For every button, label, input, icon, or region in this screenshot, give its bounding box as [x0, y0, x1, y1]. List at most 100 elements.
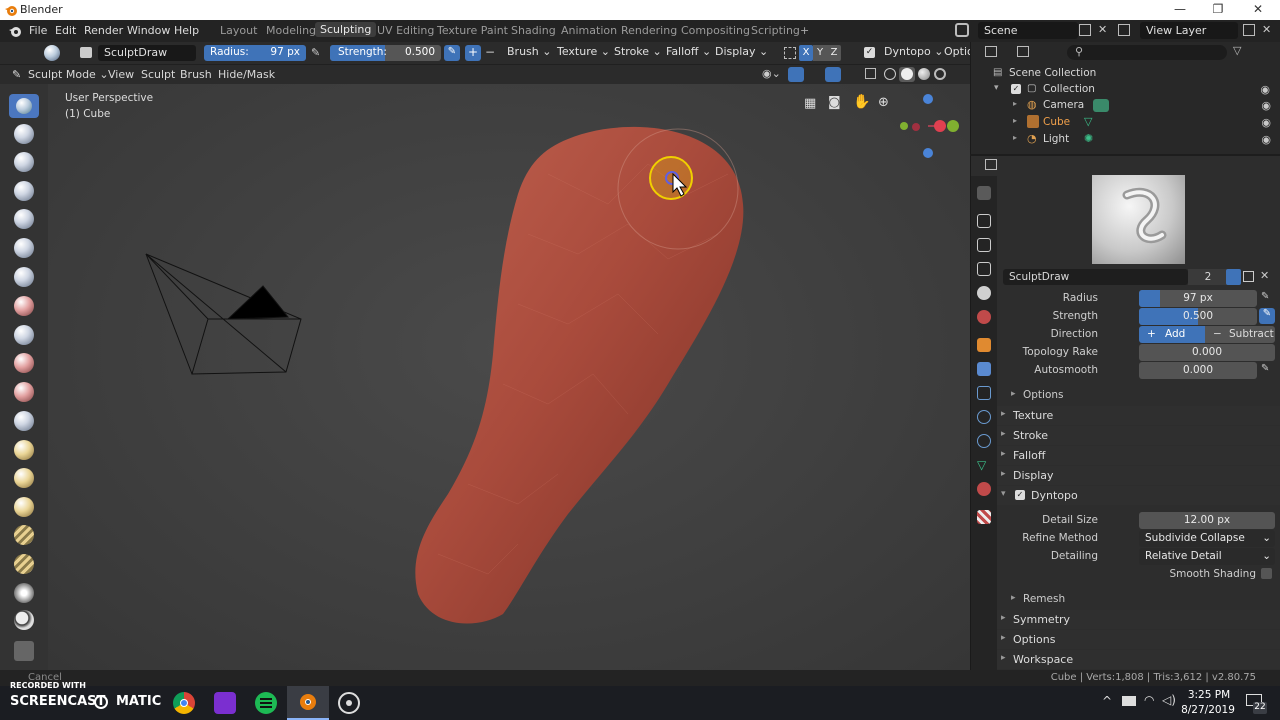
- detailing-dropdown[interactable]: Relative Detail ⌄: [1139, 548, 1275, 565]
- camera-view-icon[interactable]: ◙: [828, 95, 841, 110]
- symmetry-z-toggle[interactable]: Z: [827, 45, 841, 61]
- light-visibility-icon[interactable]: ◉: [1261, 133, 1271, 146]
- collection-visibility-icon[interactable]: ◉: [1260, 83, 1270, 96]
- texture-tab-icon[interactable]: [977, 510, 991, 524]
- menu-window[interactable]: Window: [127, 24, 170, 37]
- dyntopo-checkbox[interactable]: ✓: [864, 47, 875, 58]
- render-tab-icon[interactable]: [977, 214, 991, 228]
- blob-brush-tool[interactable]: [14, 238, 34, 258]
- outliner-row-camera[interactable]: ▸ ◍ Camera ◉: [971, 98, 1280, 114]
- tab-scripting[interactable]: Scripting: [751, 24, 800, 37]
- new-view-layer-icon[interactable]: [1243, 24, 1255, 36]
- falloff-menu[interactable]: Falloff ⌄: [666, 45, 711, 61]
- spotify-taskbar-icon[interactable]: [255, 692, 277, 714]
- material-tab-icon[interactable]: [977, 482, 991, 496]
- display-section[interactable]: Display: [997, 466, 1280, 485]
- mode-selector[interactable]: Sculpt Mode ⌄: [28, 68, 109, 81]
- tab-shading[interactable]: Shading: [511, 24, 556, 37]
- particles-tab-icon[interactable]: [977, 386, 991, 400]
- modifier-tab-icon[interactable]: [977, 362, 991, 376]
- stroke-menu[interactable]: Stroke ⌄: [614, 45, 662, 61]
- filter-icon[interactable]: ▽: [1233, 44, 1241, 57]
- radius-prop-field[interactable]: 97 px: [1139, 290, 1257, 307]
- overlays-toggle-icon[interactable]: [825, 67, 841, 82]
- menu-brush[interactable]: Brush: [180, 68, 212, 81]
- cube-visibility-icon[interactable]: ◉: [1261, 116, 1271, 129]
- view-layer-icon[interactable]: [1118, 24, 1130, 36]
- collection-checkbox[interactable]: ✓: [1011, 84, 1021, 94]
- delete-scene-icon[interactable]: ✕: [1098, 23, 1107, 36]
- pinch-brush-tool[interactable]: [14, 411, 34, 431]
- brush-name-field[interactable]: SculptDraw: [98, 45, 196, 61]
- menu-edit[interactable]: Edit: [55, 24, 76, 37]
- mask-brush-tool[interactable]: [14, 610, 34, 630]
- wireframe-shading-icon[interactable]: [884, 68, 896, 80]
- tab-rendering[interactable]: Rendering: [621, 24, 677, 37]
- outliner-editor-icon[interactable]: [985, 46, 997, 57]
- material-shading-icon[interactable]: [918, 68, 930, 80]
- dyntopo-section-checkbox[interactable]: ✓: [1015, 490, 1025, 500]
- unlink-brush-icon[interactable]: ✕: [1260, 269, 1269, 282]
- menu-render[interactable]: Render: [84, 24, 123, 37]
- collection-expand-icon[interactable]: ▾: [994, 83, 999, 93]
- grab-brush-tool[interactable]: [14, 440, 34, 460]
- nudge-brush-tool[interactable]: [14, 525, 34, 545]
- menu-view[interactable]: View: [108, 68, 134, 81]
- tab-texture-paint[interactable]: Texture Paint: [437, 24, 508, 37]
- strength-field[interactable]: Strength: 0.500: [330, 45, 441, 61]
- workspace-section[interactable]: Workspace: [997, 650, 1280, 669]
- properties-editor-icon[interactable]: [985, 159, 997, 170]
- snake-hook-tool[interactable]: [14, 468, 34, 488]
- tab-layout[interactable]: Layout: [220, 24, 257, 37]
- minimize-icon[interactable]: —: [1160, 2, 1200, 16]
- options-subpanel[interactable]: Options: [1011, 389, 1064, 401]
- options-section[interactable]: Options: [997, 630, 1280, 649]
- stroke-section[interactable]: Stroke: [997, 426, 1280, 445]
- delete-view-layer-icon[interactable]: ✕: [1262, 23, 1271, 36]
- scene-icon[interactable]: [955, 23, 969, 37]
- smooth-shading-checkbox[interactable]: [1261, 568, 1272, 579]
- output-tab-icon[interactable]: [977, 238, 991, 252]
- solid-shading-button[interactable]: [899, 67, 915, 82]
- world-tab-icon[interactable]: [977, 310, 991, 324]
- brush-datablock-name[interactable]: SculptDraw: [1003, 269, 1188, 285]
- tab-sculpting[interactable]: Sculpting: [315, 22, 377, 37]
- strength-prop-field[interactable]: 0.500: [1139, 308, 1257, 325]
- refine-method-dropdown[interactable]: Subdivide Collapse ⌄: [1139, 530, 1275, 547]
- clock-date[interactable]: 8/27/2019: [1180, 704, 1236, 716]
- radius-pressure-toggle-icon[interactable]: ✎: [1261, 291, 1269, 302]
- scrape-brush-tool[interactable]: [14, 382, 34, 402]
- 3d-viewport[interactable]: User Perspective (1) Cube ▦ ◙ ✋ ⊕: [48, 84, 970, 670]
- rotate-brush-tool[interactable]: [14, 554, 34, 574]
- brush-menu[interactable]: Brush ⌄: [507, 45, 551, 61]
- symmetry-section[interactable]: Symmetry: [997, 610, 1280, 629]
- autosmooth-field[interactable]: 0.000: [1139, 362, 1257, 379]
- volume-icon[interactable]: ◁): [1162, 693, 1176, 707]
- clock-time[interactable]: 3:25 PM: [1184, 689, 1234, 701]
- thumb-brush-tool[interactable]: [14, 497, 34, 517]
- falloff-section[interactable]: Falloff: [997, 446, 1280, 465]
- menu-hide-mask[interactable]: Hide/Mask: [218, 68, 275, 81]
- outliner-row-cube[interactable]: ▸ Cube ▽ ◉: [971, 115, 1280, 131]
- simplify-brush-tool[interactable]: [14, 583, 34, 603]
- brush-preview-thumbnail[interactable]: [1092, 175, 1185, 264]
- display-mode-icon[interactable]: [1017, 46, 1029, 57]
- remesh-subpanel[interactable]: Remesh: [1011, 593, 1065, 605]
- mesh-data-tab-icon[interactable]: ▽: [977, 458, 991, 472]
- texture-section[interactable]: Texture: [997, 406, 1280, 425]
- visual-studio-taskbar-icon[interactable]: [214, 692, 236, 714]
- fake-user-icon[interactable]: [1226, 269, 1241, 285]
- symmetry-x-toggle[interactable]: X: [799, 45, 813, 61]
- strength-pressure-toggle-icon[interactable]: ✎: [1259, 308, 1275, 324]
- physics-tab-icon[interactable]: [977, 410, 991, 424]
- layer-brush-tool[interactable]: [14, 181, 34, 201]
- scene-collection-label[interactable]: Scene Collection: [1009, 67, 1096, 79]
- draw-brush-tool[interactable]: [9, 94, 39, 118]
- clay-brush-tool[interactable]: [14, 124, 34, 144]
- dyntopo-menu[interactable]: Dyntopo ⌄: [884, 45, 943, 61]
- xray-icon[interactable]: [865, 68, 876, 79]
- tab-compositing[interactable]: Compositing: [681, 24, 750, 37]
- add-workspace-button[interactable]: +: [800, 24, 809, 37]
- menu-sculpt[interactable]: Sculpt: [141, 68, 175, 81]
- maximize-icon[interactable]: ❐: [1198, 2, 1238, 16]
